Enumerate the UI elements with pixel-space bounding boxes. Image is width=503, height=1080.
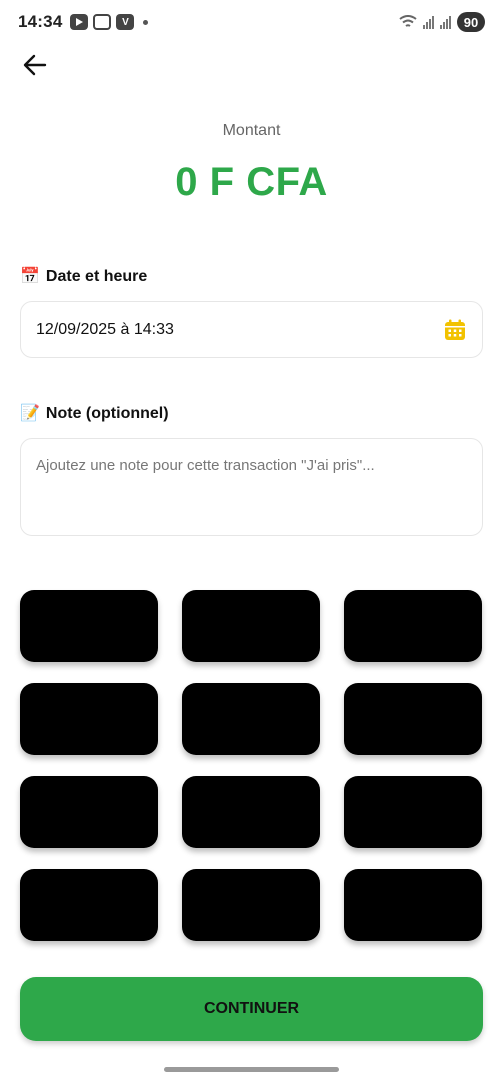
status-system-icons: 90 bbox=[399, 12, 485, 32]
keypad-key[interactable] bbox=[344, 869, 482, 941]
signal-icon bbox=[423, 15, 434, 29]
continue-button[interactable]: CONTINUER bbox=[20, 977, 483, 1041]
keypad-key[interactable] bbox=[182, 590, 320, 662]
keypad-key[interactable] bbox=[20, 776, 158, 848]
date-section-label: 📅 Date et heure bbox=[20, 268, 147, 286]
note-section-label: 📝 Note (optionnel) bbox=[20, 405, 169, 423]
keypad-key[interactable] bbox=[20, 683, 158, 755]
home-indicator[interactable] bbox=[164, 1067, 339, 1072]
arrow-left-icon bbox=[23, 54, 47, 76]
keypad-key[interactable] bbox=[20, 590, 158, 662]
note-input[interactable] bbox=[36, 457, 467, 517]
status-notification-icons: V bbox=[70, 14, 149, 30]
note-field[interactable] bbox=[20, 438, 483, 536]
keypad-key[interactable] bbox=[344, 776, 482, 848]
app-v-icon: V bbox=[116, 14, 135, 30]
wifi-icon bbox=[399, 15, 417, 27]
keypad-key[interactable] bbox=[20, 869, 158, 941]
note-label-text: Note (optionnel) bbox=[45, 405, 169, 422]
screenshot-icon bbox=[93, 14, 112, 30]
keypad-key[interactable] bbox=[182, 869, 320, 941]
keypad-key[interactable] bbox=[344, 590, 482, 662]
youtube-icon bbox=[70, 14, 89, 30]
calendar-icon[interactable] bbox=[443, 318, 467, 342]
keypad-key[interactable] bbox=[182, 683, 320, 755]
date-label-text: Date et heure bbox=[45, 268, 148, 285]
amount-label: Montant bbox=[222, 122, 281, 139]
status-time: 14:34 bbox=[18, 12, 63, 31]
status-bar: 14:34 V 90 bbox=[0, 0, 503, 44]
calendar-emoji-icon: 📅 bbox=[20, 268, 40, 285]
date-time-value: 12/09/2025 à 14:33 bbox=[36, 320, 174, 338]
keypad-key[interactable] bbox=[344, 683, 482, 755]
screen: 14:34 V 90 Montant 0 F CFA 📅 Date et heu… bbox=[0, 0, 503, 1080]
memo-emoji-icon: 📝 bbox=[20, 405, 40, 422]
battery-indicator: 90 bbox=[457, 12, 485, 32]
numeric-keypad bbox=[20, 590, 483, 941]
signal-icon-2 bbox=[440, 15, 451, 29]
back-button[interactable] bbox=[18, 50, 52, 80]
keypad-key[interactable] bbox=[182, 776, 320, 848]
date-time-field[interactable]: 12/09/2025 à 14:33 bbox=[20, 301, 483, 358]
notification-dot-icon bbox=[143, 19, 149, 25]
amount-value: 0 F CFA bbox=[175, 160, 328, 204]
